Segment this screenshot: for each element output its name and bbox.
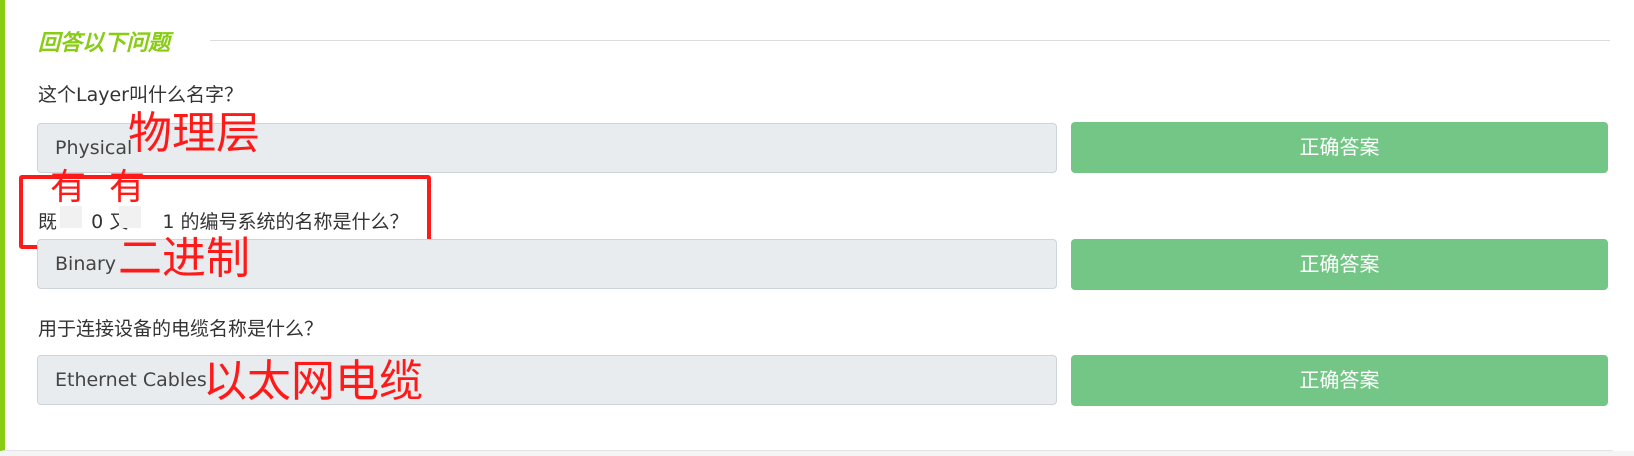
- section-title: 回答以下问题: [38, 31, 171, 56]
- annotation-ethernet-cables: 以太网电缆: [203, 356, 423, 407]
- correct-answer-button-1[interactable]: 正确答案: [1071, 122, 1608, 173]
- correct-answer-button-2[interactable]: 正确答案: [1071, 239, 1608, 290]
- question-3-text: 用于连接设备的电缆名称是什么？: [38, 318, 324, 340]
- answer-field-3[interactable]: Ethernet Cables: [37, 355, 1057, 405]
- title-divider: [210, 40, 1610, 41]
- correct-answer-button-3[interactable]: 正确答案: [1071, 355, 1608, 406]
- annotation-binary: 二进制: [118, 233, 250, 284]
- annotation-physical-layer: 物理层: [128, 108, 260, 159]
- bottom-strip: [0, 451, 1634, 456]
- question-1-text: 这个Layer叫什么名字？: [38, 84, 243, 106]
